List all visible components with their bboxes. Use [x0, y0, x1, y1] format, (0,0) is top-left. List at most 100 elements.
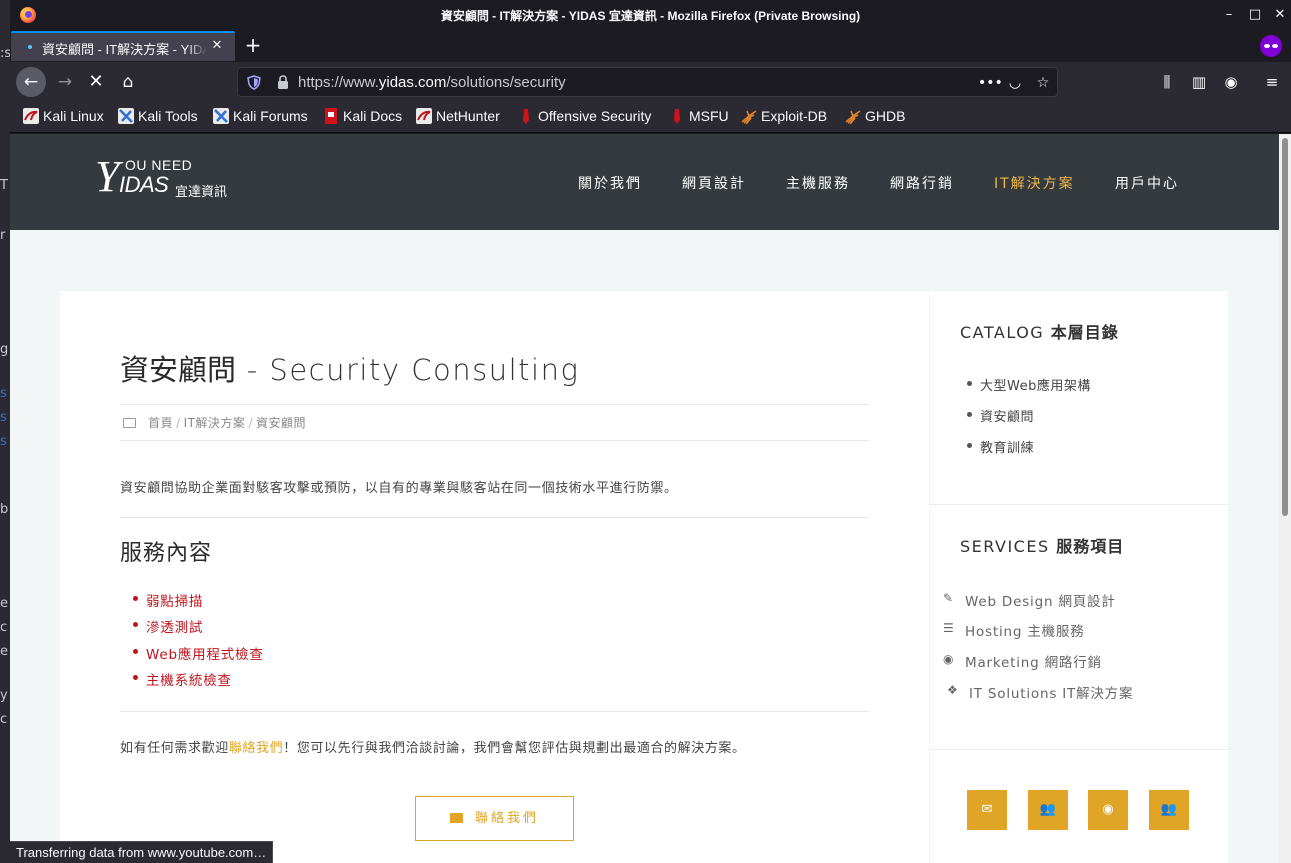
pocket-icon[interactable]: ◡	[1006, 74, 1024, 92]
desktop-glyph: e	[0, 644, 8, 659]
server-icon: ☰	[943, 621, 955, 635]
service-link-hosting[interactable]: ☰ Hosting 主機服務	[943, 620, 1085, 640]
page-actions-icon[interactable]: •••	[978, 74, 1003, 92]
service-item: 主機系統檢查	[133, 669, 232, 689]
tracking-shield-icon[interactable]	[247, 75, 261, 90]
app-menu-icon[interactable]: ≡	[1262, 72, 1282, 92]
service-link-web-design[interactable]: ✎ Web Design 網頁設計	[943, 590, 1116, 610]
desktop-glyph: :s	[0, 46, 12, 61]
logo-you-need: OU NEED	[125, 157, 193, 173]
kali-tools-icon	[118, 108, 134, 124]
telegram-icon: ◉	[943, 652, 955, 666]
divider	[120, 711, 869, 712]
users-icon[interactable]: 👥	[1149, 790, 1189, 830]
vertical-scrollbar[interactable]	[1279, 134, 1291, 863]
tab-active[interactable]: 資安顧問 - IT解決方案 - YIDAS 宜達資訊 ✕	[11, 31, 235, 61]
catalog-item[interactable]: 教育訓練	[966, 437, 1034, 456]
menu-web-design[interactable]: 網頁設計	[682, 173, 746, 193]
breadcrumb-it-solutions[interactable]: IT解決方案	[184, 416, 246, 430]
menu-user-center[interactable]: 用戶中心	[1115, 173, 1179, 193]
catalog-heading: CATALOG 本層目錄	[960, 323, 1119, 342]
page-title: 資安顧問 - Security Consulting	[120, 353, 580, 387]
bookmark-msfu[interactable]: MSFU	[669, 108, 729, 128]
logo-y: Y	[95, 152, 120, 201]
breadcrumb-home[interactable]: 首頁	[148, 416, 173, 430]
account-icon[interactable]: ◉	[1221, 72, 1241, 92]
stop-button[interactable]: ✕	[81, 67, 111, 97]
cta-paragraph: 如有任何需求歡迎聯絡我們！您可以先行與我們洽談討論，我們會幫您評估與規劃出最適合…	[120, 741, 746, 756]
site-header: Y OU NEED IDAS 宜達資訊 關於我們 網頁設計 主機服務 網路行銷 …	[10, 134, 1279, 230]
tab-close-icon[interactable]: ✕	[209, 38, 225, 54]
menu-marketing[interactable]: 網路行銷	[890, 173, 954, 193]
catalog-item[interactable]: 資安顧問	[966, 406, 1034, 425]
bookmark-kali-docs[interactable]: Kali Docs	[323, 108, 402, 128]
desktop-glyph: r	[0, 228, 6, 243]
bookmark-kali-linux[interactable]: Kali Linux	[23, 108, 104, 128]
breadcrumb-sep: /	[176, 416, 181, 430]
bookmark-ghdb[interactable]: GHDB	[845, 108, 905, 128]
bookmark-nethunter[interactable]: NetHunter	[416, 108, 500, 128]
bookmark-offensive-security[interactable]: Offensive Security	[518, 108, 651, 128]
bookmarks-toolbar: Kali Linux Kali Tools Kali Forums Kali D…	[10, 102, 1291, 133]
sidebar-card: CATALOG 本層目錄 大型Web應用架構 資安顧問 教育訓練 SERVICE…	[930, 291, 1228, 863]
bookmark-exploit-db[interactable]: Exploit-DB	[741, 108, 827, 128]
service-item: 弱點掃描	[132, 590, 203, 610]
exploit-db-spider-icon	[741, 110, 757, 124]
desktop-glyph: y	[0, 688, 8, 703]
desktop-glyph: c	[0, 712, 8, 727]
maximize-button[interactable]: □	[1246, 6, 1264, 24]
loading-dot-icon	[28, 45, 32, 49]
desktop-background-strip: :s T r g s s s b e c e y c	[0, 0, 12, 863]
menu-about[interactable]: 關於我們	[578, 173, 642, 193]
user-circle-icon[interactable]: ◉	[1088, 790, 1128, 830]
desktop-glyph: s	[0, 386, 7, 401]
users-icon[interactable]: 👥	[1028, 790, 1068, 830]
site-logo[interactable]: Y OU NEED IDAS 宜達資訊	[95, 152, 245, 208]
edit-icon: ✎	[943, 591, 954, 605]
home-button[interactable]: ⌂	[113, 67, 143, 97]
envelope-icon	[449, 813, 463, 823]
close-window-button[interactable]: ✕	[1271, 6, 1289, 24]
kali-docs-icon	[325, 108, 337, 124]
envelope-icon[interactable]: ✉	[967, 790, 1007, 830]
desktop-glyph: T	[0, 178, 8, 193]
url-bar[interactable]: https://www.yidas.com/solutions/security…	[237, 67, 1058, 97]
title-bar: 資安顧問 - IT解決方案 - YIDAS 宜達資訊 - Mozilla Fir…	[10, 0, 1291, 30]
lock-icon[interactable]	[276, 75, 290, 90]
sidebar-icon[interactable]: ▥	[1189, 72, 1209, 92]
main-content-card: 資安顧問 - Security Consulting 首頁 / IT解決方案 / 資安顧…	[60, 291, 929, 863]
navigation-toolbar: ← → ✕ ⌂ https://www.yidas.com/solutions/…	[10, 62, 1291, 102]
desktop-glyph: g	[0, 342, 9, 357]
new-tab-button[interactable]: +	[242, 35, 264, 57]
breadcrumb-sep: /	[248, 416, 253, 430]
service-link-marketing[interactable]: ◉ Marketing 網路行銷	[943, 651, 1102, 671]
forward-button[interactable]: →	[50, 67, 80, 97]
intro-paragraph: 資安顧問協助企業面對駭客攻擊或預防，以自有的專業與駭客站在同一個技術水平進行防禦…	[120, 481, 678, 496]
bookmark-kali-tools[interactable]: Kali Tools	[118, 108, 198, 128]
divider	[120, 404, 869, 405]
contact-link[interactable]: 聯絡我們	[229, 741, 283, 756]
breadcrumb: 首頁 / IT解決方案 / 資安顧問	[123, 414, 306, 431]
kali-dragon-icon	[23, 108, 39, 124]
divider	[120, 440, 869, 441]
catalog-item[interactable]: 大型Web應用架構	[967, 375, 1091, 394]
bookmark-kali-forums[interactable]: Kali Forums	[213, 108, 308, 128]
bookmark-star-icon[interactable]: ☆	[1034, 74, 1052, 92]
status-panel: Transferring data from www.youtube.com…	[10, 841, 274, 863]
ghdb-spider-icon	[845, 110, 861, 124]
menu-it-solutions[interactable]: IT解決方案	[994, 173, 1075, 193]
service-link-it-solutions[interactable]: ❖ IT Solutions IT解決方案	[947, 682, 1133, 702]
logo-idas: IDAS	[119, 172, 169, 197]
contact-us-button[interactable]: 聯絡我們	[415, 796, 574, 841]
divider	[930, 749, 1228, 750]
desktop-glyph: e	[0, 596, 8, 611]
back-button[interactable]: ←	[16, 67, 46, 97]
breadcrumb-current: 資安顧問	[255, 416, 306, 430]
desktop-glyph: s	[0, 410, 7, 425]
url-text[interactable]: https://www.yidas.com/solutions/security	[298, 74, 566, 91]
menu-hosting[interactable]: 主機服務	[786, 173, 850, 193]
service-item: 滲透測試	[132, 616, 203, 636]
minimize-button[interactable]: –	[1220, 6, 1238, 24]
library-icon[interactable]: ⫼	[1157, 72, 1177, 92]
scrollbar-thumb[interactable]	[1282, 138, 1288, 516]
